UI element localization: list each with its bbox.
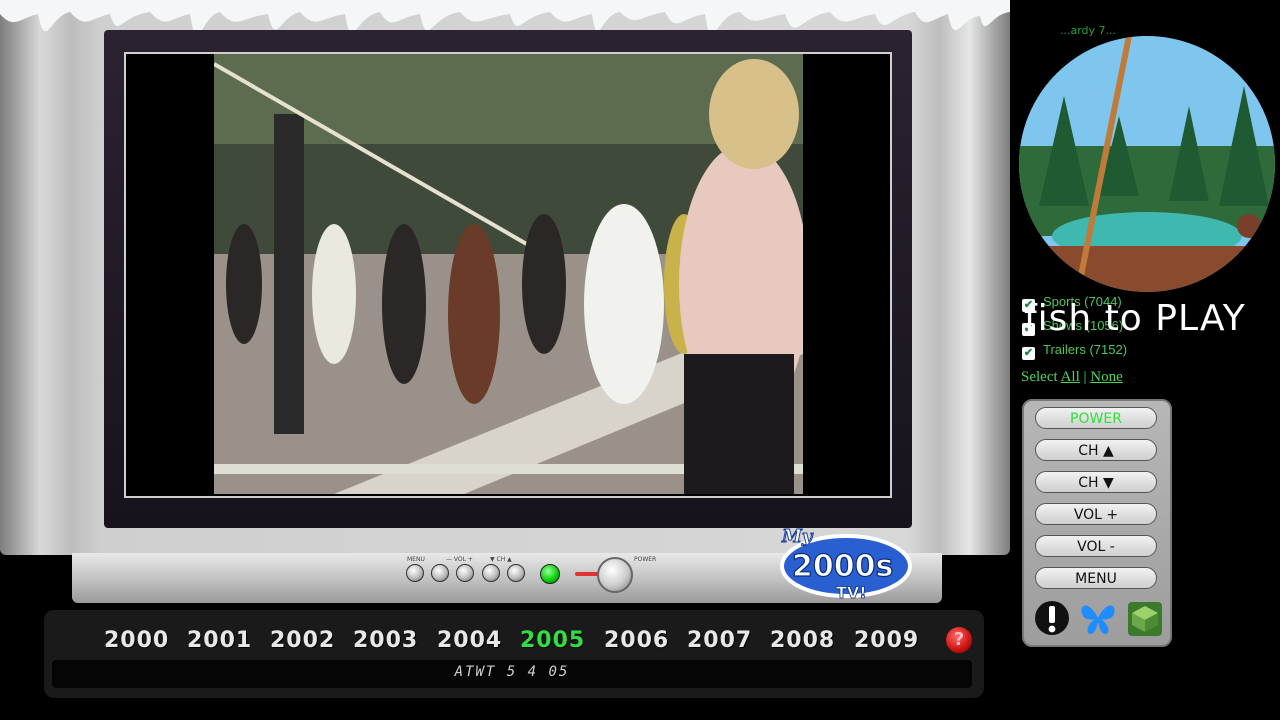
- vol-control-label: — VOL +: [446, 556, 473, 563]
- tv-power-knob[interactable]: [597, 557, 633, 593]
- svg-text:My: My: [781, 526, 814, 547]
- power-slot: [575, 572, 599, 576]
- category-trailers[interactable]: ✔ Trailers (7152): [1022, 342, 1127, 362]
- tv-vol-down-button[interactable]: [431, 564, 449, 582]
- menu-control-label: MENU: [407, 556, 425, 563]
- remote-power-button[interactable]: POWER: [1035, 407, 1157, 429]
- year-2008[interactable]: 2008: [770, 628, 835, 653]
- year-2009[interactable]: 2009: [854, 628, 919, 653]
- year-2007[interactable]: 2007: [687, 628, 752, 653]
- butterfly-icon[interactable]: [1079, 598, 1117, 638]
- power-led-icon: [540, 564, 560, 584]
- remote-vol-down-button[interactable]: VOL -: [1035, 535, 1157, 557]
- tv-ch-up-button[interactable]: [507, 564, 525, 582]
- select-label: Select: [1021, 369, 1058, 385]
- my2000s-tv-logo: My 2000s TV!: [780, 526, 912, 602]
- cube-download-icon[interactable]: [1126, 598, 1164, 638]
- year-2006[interactable]: 2006: [604, 628, 669, 653]
- video-frame[interactable]: [214, 54, 803, 494]
- select-all-none: Select All | None: [1021, 369, 1123, 386]
- remote-ch-down-button[interactable]: CH ▼: [1035, 471, 1157, 493]
- tv-menu-button[interactable]: [406, 564, 424, 582]
- power-control-label: POWER: [634, 556, 657, 563]
- alert-icon[interactable]: [1033, 598, 1071, 638]
- select-separator: |: [1083, 369, 1087, 385]
- tv-vol-up-button[interactable]: [456, 564, 474, 582]
- select-none-link[interactable]: None: [1090, 369, 1123, 385]
- minigame-title: ...ardy 7...: [1060, 24, 1117, 37]
- ch-control-label: ▼ CH ▲: [490, 556, 512, 563]
- remote-menu-button[interactable]: MENU: [1035, 567, 1157, 589]
- fishing-minigame[interactable]: [1019, 36, 1275, 292]
- category-trailers-label: Trailers (7152): [1043, 342, 1128, 357]
- trailers-checkbox[interactable]: ✔: [1022, 347, 1035, 360]
- svg-text:TV!: TV!: [836, 583, 867, 602]
- year-2000[interactable]: 2000: [104, 628, 169, 653]
- year-2005[interactable]: 2005: [520, 628, 585, 653]
- remote-vol-up-button[interactable]: VOL +: [1035, 503, 1157, 525]
- select-all-link[interactable]: All: [1061, 369, 1080, 385]
- year-2004[interactable]: 2004: [437, 628, 502, 653]
- year-2002[interactable]: 2002: [270, 628, 335, 653]
- help-button[interactable]: ?: [946, 627, 972, 653]
- year-2001[interactable]: 2001: [187, 628, 252, 653]
- tv-ch-down-button[interactable]: [482, 564, 500, 582]
- now-playing-text: ATWT 5 4 05: [454, 664, 570, 680]
- year-2003[interactable]: 2003: [353, 628, 418, 653]
- svg-text:2000s: 2000s: [792, 549, 893, 584]
- remote-ch-up-button[interactable]: CH ▲: [1035, 439, 1157, 461]
- fish-to-play-overlay[interactable]: fish to PLAY: [1024, 298, 1246, 339]
